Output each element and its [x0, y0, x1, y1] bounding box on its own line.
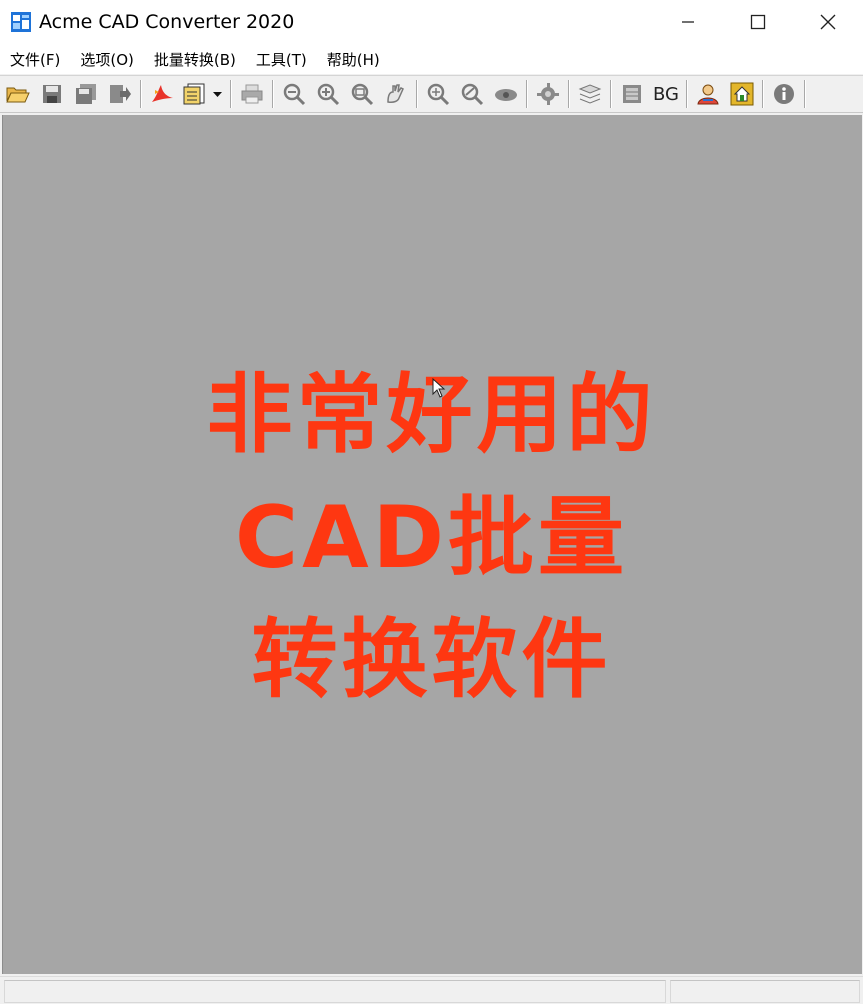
toolbar-separator	[526, 80, 528, 108]
info-icon	[774, 84, 794, 104]
close-button[interactable]	[793, 0, 863, 44]
export-button[interactable]	[105, 79, 135, 109]
menu-bar: 文件(F) 选项(O) 批量转换(B) 工具(T) 帮助(H)	[0, 44, 863, 74]
gear-icon	[537, 83, 559, 105]
menu-batch-convert[interactable]: 批量转换(B)	[144, 49, 246, 70]
open-folder-icon	[6, 87, 30, 103]
zoom-in-button[interactable]	[313, 79, 343, 109]
minimize-button[interactable]	[653, 0, 723, 44]
pdf-convert-button[interactable]	[147, 79, 177, 109]
background-label: BG	[653, 83, 679, 105]
save-all-button[interactable]	[71, 79, 101, 109]
menu-help[interactable]: 帮助(H)	[317, 49, 390, 70]
register-button[interactable]	[693, 79, 723, 109]
app-icon[interactable]	[10, 11, 32, 33]
menu-tools[interactable]: 工具(T)	[246, 49, 317, 70]
status-pane-main	[4, 980, 666, 1003]
batch-convert-button[interactable]	[181, 79, 225, 109]
zoom-realtime-button[interactable]	[457, 79, 487, 109]
batch-convert-icon	[183, 83, 222, 105]
toolbar: BG	[0, 75, 863, 113]
layers-button[interactable]	[575, 79, 605, 109]
layers-icon	[578, 84, 602, 104]
home-icon	[730, 82, 754, 106]
toolbar-separator	[686, 80, 688, 108]
layer-tool-button[interactable]	[533, 79, 563, 109]
zoom-realtime-icon	[461, 83, 484, 106]
save-all-icon	[76, 84, 96, 104]
zoom-window-icon	[351, 83, 374, 106]
home-button[interactable]	[727, 79, 757, 109]
toolbar-separator	[762, 80, 764, 108]
save-button[interactable]	[37, 79, 67, 109]
toolbar-separator	[610, 80, 612, 108]
background-button[interactable]: BG	[651, 79, 681, 109]
zoom-out-button[interactable]	[279, 79, 309, 109]
user-icon	[697, 84, 719, 105]
close-icon	[820, 14, 836, 30]
zoom-extents-button[interactable]	[423, 79, 453, 109]
about-button[interactable]	[769, 79, 799, 109]
save-icon	[43, 85, 61, 103]
menu-file[interactable]: 文件(F)	[0, 49, 70, 70]
view-button[interactable]	[491, 79, 521, 109]
toolbar-separator	[272, 80, 274, 108]
toolbar-separator	[804, 80, 806, 108]
menu-options[interactable]: 选项(O)	[70, 49, 144, 70]
pages-button[interactable]	[617, 79, 647, 109]
toolbar-separator	[230, 80, 232, 108]
pan-icon	[387, 84, 404, 103]
window-title: Acme CAD Converter 2020	[39, 11, 295, 33]
print-button[interactable]	[237, 79, 267, 109]
status-bar	[0, 976, 863, 1004]
status-pane-info	[670, 980, 860, 1003]
mouse-cursor-icon	[432, 378, 446, 398]
pan-button[interactable]	[381, 79, 411, 109]
minimize-icon	[682, 21, 694, 23]
print-icon	[241, 84, 263, 104]
zoom-extents-icon	[427, 83, 450, 106]
pdf-convert-icon	[152, 85, 173, 102]
zoom-window-button[interactable]	[347, 79, 377, 109]
toolbar-separator	[140, 80, 142, 108]
pages-icon	[623, 85, 641, 103]
title-bar: Acme CAD Converter 2020	[0, 0, 863, 44]
export-icon	[110, 85, 131, 103]
open-button[interactable]	[3, 79, 33, 109]
overlay-caption-line3: 转换软件	[251, 610, 612, 710]
view-icon	[495, 89, 517, 101]
zoom-in-icon	[317, 83, 340, 106]
toolbar-separator	[568, 80, 570, 108]
overlay-caption-line2: CAD批量	[234, 488, 629, 588]
maximize-icon	[750, 14, 766, 30]
maximize-button[interactable]	[723, 0, 793, 44]
toolbar-separator	[416, 80, 418, 108]
zoom-out-icon	[283, 83, 306, 106]
